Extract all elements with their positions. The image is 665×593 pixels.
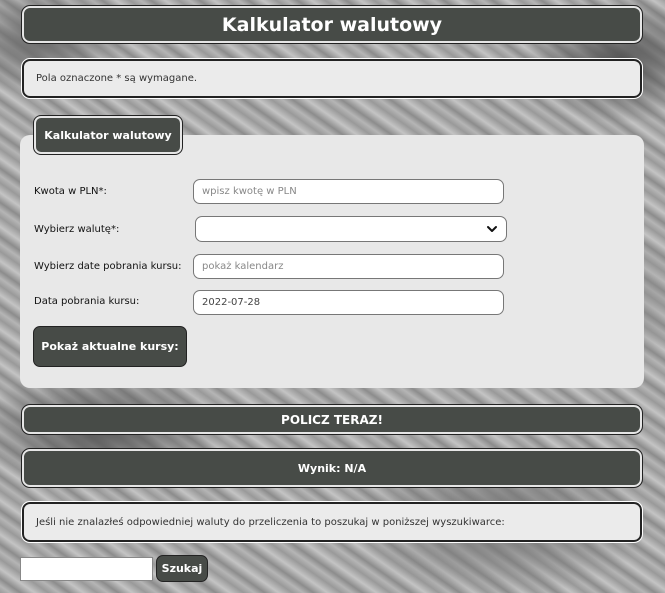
show-rates-button[interactable]: Pokaż aktualne kursy: (33, 326, 187, 367)
required-fields-notice: Pola oznaczone * są wymagane. (21, 58, 643, 99)
date-picker-input[interactable]: pokaż kalendarz (193, 254, 504, 279)
rate-date-field[interactable]: 2022-07-28 (193, 290, 504, 315)
currency-select[interactable] (195, 216, 507, 242)
date-picker-label: Wybierz date pobrania kursu: (34, 261, 182, 272)
search-info-text: Jeśli nie znalazłeś odpowiedniej waluty … (21, 501, 643, 543)
page-title: Kalkulator walutowy (21, 5, 643, 44)
chevron-down-icon (487, 226, 497, 232)
amount-input[interactable]: wpisz kwotę w PLN (193, 179, 504, 204)
amount-label: Kwota w PLN*: (34, 186, 107, 197)
calculate-button[interactable]: POLICZ TERAZ! (21, 404, 643, 435)
search-button[interactable]: Szukaj (156, 555, 208, 582)
currency-label: Wybierz walutę*: (34, 224, 120, 235)
search-input[interactable] (20, 557, 153, 581)
result-display: Wynik: N/A (21, 448, 643, 488)
rate-date-label: Data pobrania kursu: (34, 296, 140, 307)
tab-calculator[interactable]: Kalkulator walutowy (33, 115, 183, 155)
